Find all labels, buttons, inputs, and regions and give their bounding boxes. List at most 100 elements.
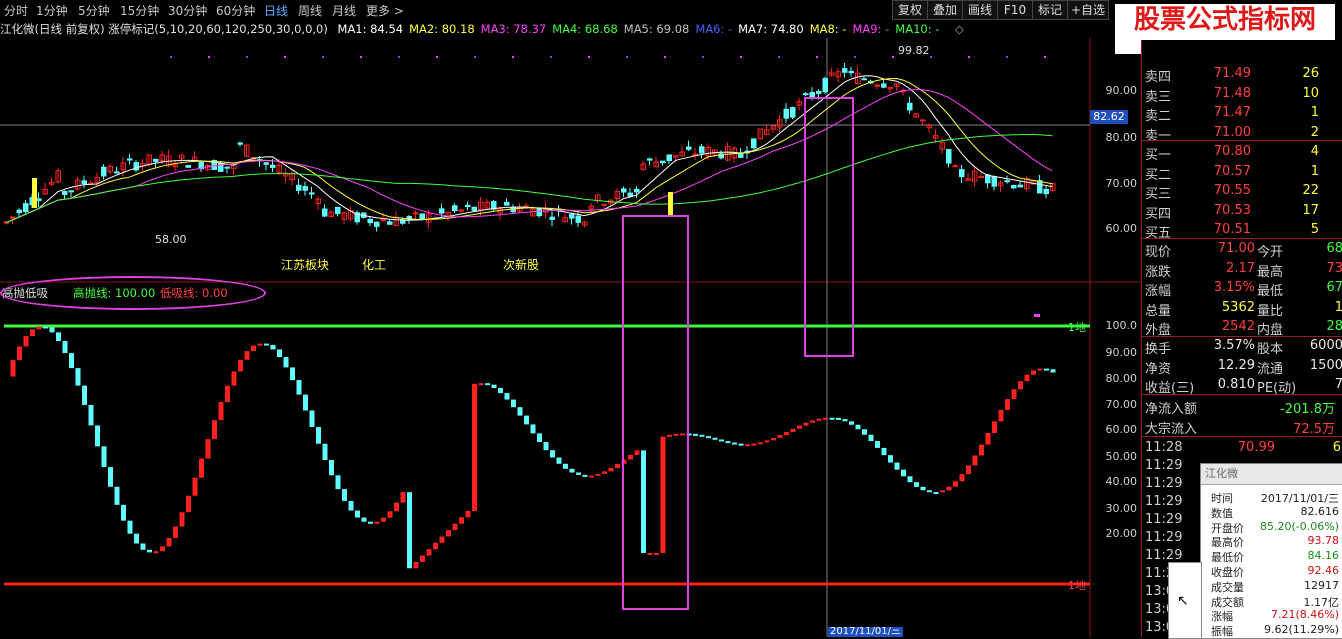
restore-rights-button[interactable]: 复权	[892, 0, 928, 20]
stat-label: 股本	[1257, 342, 1284, 357]
current-price-tag: 82.62	[1090, 110, 1128, 124]
tooltip-row: 开盘价 85.20(-0.06%)	[1201, 520, 1342, 535]
mark-button[interactable]: 标记	[1032, 0, 1068, 20]
stat-value: 6000	[1309, 338, 1342, 353]
signal-dot	[208, 56, 210, 58]
stat-label: 现价	[1145, 245, 1172, 260]
tooltip-row: 涨幅 7.21(8.46%)	[1201, 608, 1342, 623]
quote-volume: 26	[1302, 66, 1319, 81]
candle	[374, 221, 380, 227]
period-tab[interactable]: 15分钟	[120, 2, 159, 19]
period-tab[interactable]: 60分钟	[216, 2, 255, 19]
oscillator-bar	[719, 439, 724, 442]
oscillator-bar	[667, 434, 672, 437]
tooltip-value: 12917	[1304, 578, 1339, 592]
moving-average-line	[5, 133, 1053, 224]
tooltip-value: 1.17亿	[1303, 595, 1340, 609]
candle	[848, 70, 854, 74]
candle	[36, 198, 42, 202]
stat-row: 现价 71.00 今开 68	[1145, 241, 1342, 260]
f10-button[interactable]: F10	[997, 0, 1033, 20]
signal-dot	[892, 56, 894, 58]
signal-dot	[550, 56, 552, 58]
signal-dot	[170, 56, 172, 58]
period-tab-active[interactable]: 日线	[264, 2, 288, 19]
period-tab[interactable]: 30分钟	[168, 2, 207, 19]
period-tab[interactable]: 月线	[332, 2, 356, 19]
candle	[62, 190, 68, 195]
oscillator-bar	[400, 492, 406, 503]
kline-chart[interactable]	[0, 38, 1141, 637]
oscillator-bar	[771, 437, 776, 441]
oscillator-bar	[36, 326, 42, 330]
oscillator-bar	[784, 431, 789, 436]
tick-time: 11:29	[1145, 458, 1183, 473]
oscillator-bar	[498, 388, 503, 394]
oscillator-bar	[407, 492, 412, 569]
oscillator-bar	[816, 418, 822, 421]
oscillator-bar	[732, 442, 737, 445]
candle	[549, 216, 555, 220]
tooltip-label: 收盘价	[1211, 566, 1244, 579]
oscillator-bar	[920, 486, 926, 491]
oscillator-bar	[940, 490, 945, 493]
ma-legend-item: MA4: 68.68	[552, 22, 618, 36]
tooltip-label: 成交额	[1211, 595, 1244, 609]
candle	[861, 78, 867, 81]
stat-value: 28	[1326, 319, 1342, 334]
oscillator-bar	[17, 346, 22, 361]
oscillator-bar	[1011, 389, 1017, 400]
candle	[627, 192, 633, 197]
period-tab[interactable]: 5分钟	[78, 2, 110, 19]
signal-dot	[968, 56, 970, 58]
oscillator-bar	[602, 471, 607, 474]
overlay-button[interactable]: 叠加	[927, 0, 963, 20]
period-tab[interactable]: 1分钟	[36, 2, 68, 19]
oscillator-bar	[888, 455, 893, 463]
oscillator-bar	[218, 402, 224, 421]
candle	[471, 206, 477, 211]
ma-legend-item: MA2: 80.18	[409, 22, 475, 36]
stat-label: 涨跌	[1145, 264, 1172, 280]
add-watchlist-button[interactable]: +自选	[1067, 0, 1109, 20]
oscillator-bar	[680, 433, 685, 436]
highlight-box	[804, 97, 854, 357]
signal-dot	[702, 56, 704, 58]
oscillator-bar	[478, 383, 484, 386]
candle	[367, 218, 373, 224]
oscillator-bar	[173, 526, 178, 538]
flow-label: 净流入额	[1145, 402, 1198, 417]
period-tab[interactable]: 周线	[298, 2, 322, 19]
period-tab[interactable]: 分时	[4, 2, 28, 19]
oscillator-bar	[485, 383, 490, 386]
oscillator-bar	[966, 465, 971, 475]
tick-row: 11:28 70.99 6	[1145, 440, 1342, 459]
ma-legend-item: MA7: 74.80	[738, 22, 804, 36]
period-tab[interactable]: 更多 >	[366, 2, 404, 19]
oscillator-bar	[1024, 374, 1030, 382]
oscillator-bar	[394, 502, 399, 512]
tooltip-value: 92.46	[1307, 564, 1340, 577]
signal-dot	[474, 56, 476, 58]
data-tooltip-window[interactable]: 江化微 时间 2017/11/01/三 数值 82.616 开盘价 85.20(-0.06…	[1200, 463, 1342, 639]
oscillator-bar	[212, 420, 217, 440]
draw-line-button[interactable]: 画线	[962, 0, 998, 20]
limit-up-marker	[668, 192, 673, 216]
flow-row: 净流入额 -201.8万	[1145, 398, 1342, 417]
quote-row: 卖二 71.47 1	[1145, 105, 1342, 124]
collapse-icon[interactable]: ◇	[955, 22, 964, 36]
quote-label: 买三	[1145, 187, 1172, 202]
tooltip-label: 最高价	[1211, 536, 1244, 550]
candle	[101, 166, 107, 177]
tooltip-row: 最高价 93.78	[1201, 534, 1342, 550]
candle	[621, 188, 627, 193]
oscillator-bar	[582, 474, 588, 477]
oscillator-bar	[641, 450, 646, 554]
tooltip-row: 时间 2017/11/01/三	[1201, 490, 1342, 505]
oscillator-bar	[738, 443, 744, 446]
stat-row: 涨幅 3.15% 最低 67	[1145, 280, 1342, 299]
quote-label: 卖三	[1145, 89, 1172, 105]
candle	[816, 90, 822, 94]
candle	[263, 162, 269, 165]
oscillator-bar	[634, 450, 640, 455]
